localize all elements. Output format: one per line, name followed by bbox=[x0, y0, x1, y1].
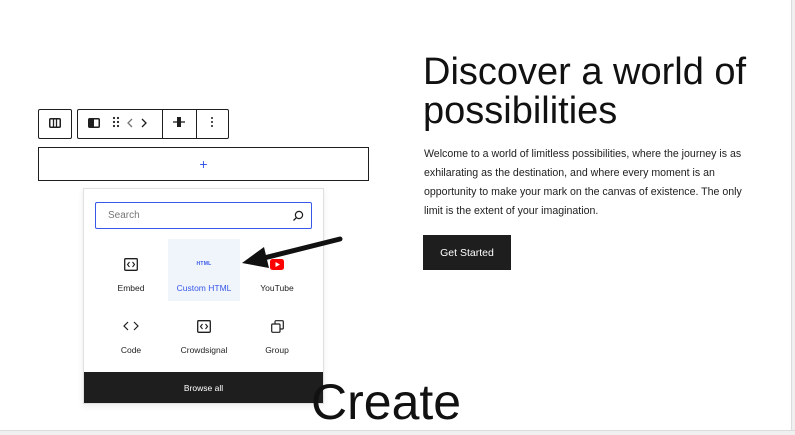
hero-heading: Discover a world of possibilities bbox=[423, 51, 747, 132]
block-item-label: Group bbox=[265, 345, 289, 355]
chevron-left-icon bbox=[126, 115, 134, 133]
crowdsignal-icon bbox=[197, 315, 211, 337]
search-box bbox=[95, 202, 312, 229]
more-vertical-icon bbox=[210, 115, 214, 133]
block-item-label: Custom HTML bbox=[176, 283, 232, 293]
columns-icon bbox=[49, 115, 61, 133]
block-item-code[interactable]: Code bbox=[95, 301, 167, 363]
annotation-arrow-icon bbox=[242, 236, 343, 268]
move-left-button[interactable] bbox=[123, 110, 137, 138]
block-toolbar bbox=[77, 109, 229, 139]
group-icon bbox=[270, 315, 284, 337]
drag-handle-icon bbox=[112, 115, 120, 133]
html-icon: HTML bbox=[196, 261, 212, 267]
browse-all-button[interactable]: Browse all bbox=[84, 372, 323, 403]
plus-icon: + bbox=[199, 156, 208, 172]
get-started-button[interactable]: Get Started bbox=[423, 235, 511, 270]
search-input[interactable] bbox=[106, 209, 280, 222]
vertical-alignment-button[interactable] bbox=[163, 110, 195, 138]
scrollbar-edge bbox=[791, 0, 795, 434]
hero-paragraph: Welcome to a world of limitless possibil… bbox=[424, 148, 742, 217]
block-item-label: Code bbox=[120, 345, 142, 355]
search-icon[interactable] bbox=[292, 209, 304, 227]
block-item-crowdsignal[interactable]: Crowdsignal bbox=[168, 301, 240, 363]
code-icon bbox=[123, 315, 139, 337]
vertical-align-icon bbox=[172, 115, 186, 134]
block-item-embed[interactable]: Embed bbox=[95, 239, 167, 301]
parent-block-toolbar bbox=[38, 109, 72, 139]
block-type-button[interactable] bbox=[78, 110, 109, 138]
block-item-custom-html[interactable]: HTML Custom HTML bbox=[168, 239, 240, 301]
drag-handle[interactable] bbox=[109, 110, 123, 138]
chevron-right-icon bbox=[140, 115, 148, 133]
block-item-label: Embed bbox=[117, 283, 145, 293]
column-icon bbox=[87, 115, 100, 133]
options-button[interactable] bbox=[197, 110, 228, 138]
add-block-button[interactable]: + bbox=[38, 147, 369, 181]
block-item-group[interactable]: Group bbox=[241, 301, 313, 363]
select-parent-button[interactable] bbox=[39, 110, 71, 138]
block-item-label: YouTube bbox=[260, 283, 294, 293]
move-right-button[interactable] bbox=[137, 110, 151, 138]
block-item-label: Crowdsignal bbox=[180, 345, 228, 355]
embed-icon bbox=[124, 253, 138, 275]
block-inserter-popover: Embed HTML Custom HTML YouTube Code Crow… bbox=[83, 188, 324, 404]
create-heading: Create bbox=[311, 374, 462, 430]
bottom-edge bbox=[0, 430, 795, 435]
